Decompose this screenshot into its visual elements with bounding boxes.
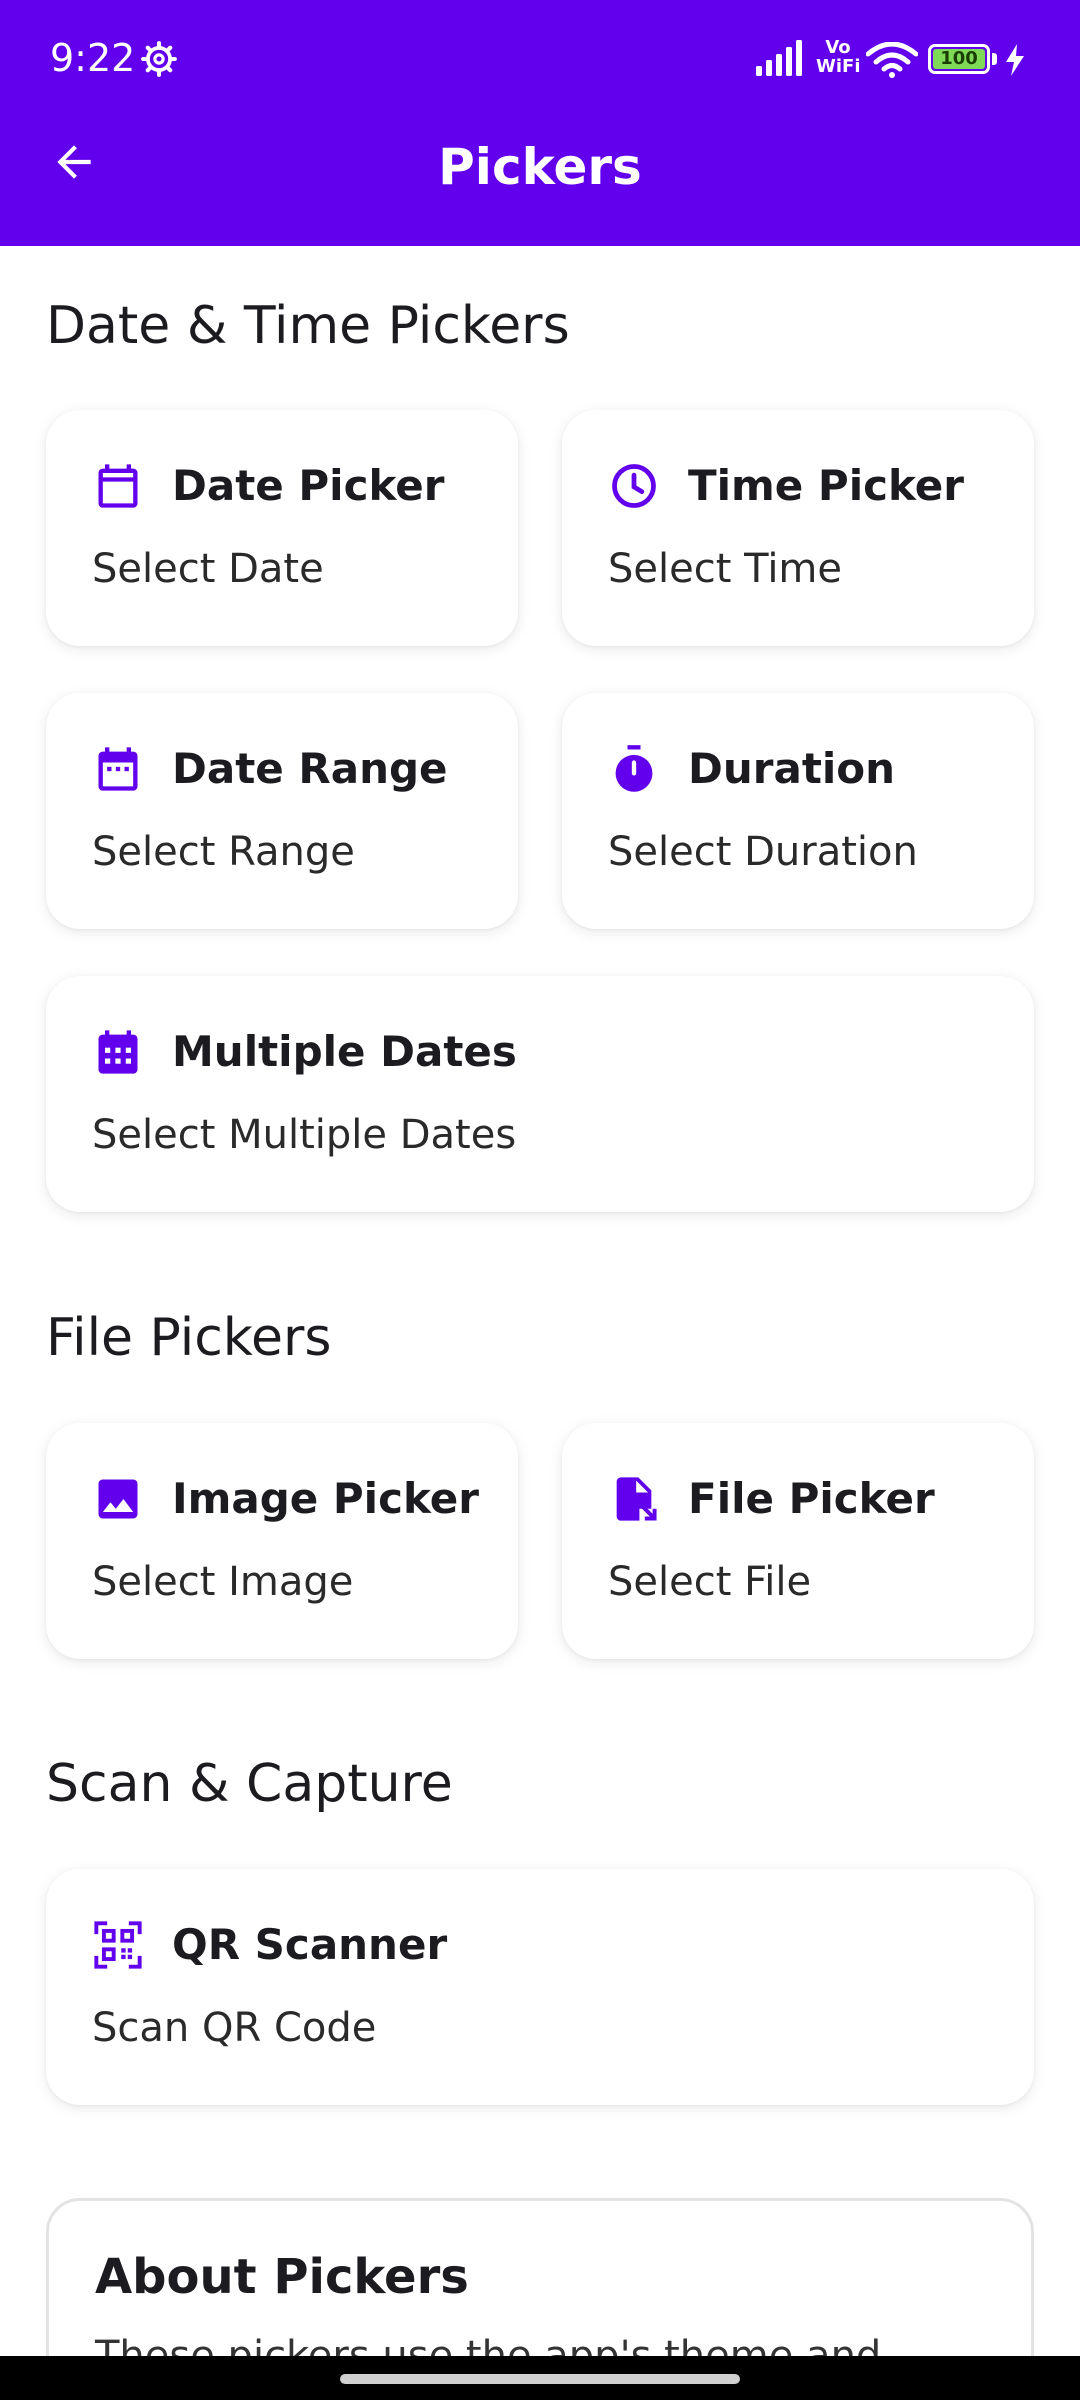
time-picker-card[interactable]: Time Picker Select Time — [562, 410, 1034, 646]
date-picker-subtitle: Select Date — [92, 546, 324, 592]
qr-scanner-subtitle: Scan QR Code — [92, 2005, 377, 2051]
image-picker-subtitle: Select Image — [92, 1559, 354, 1605]
section-title-scan: Scan & Capture — [46, 1754, 453, 1814]
timer-icon — [615, 745, 653, 792]
image-picker-title: Image Picker — [172, 1474, 479, 1523]
cell-signal-icon — [756, 40, 802, 76]
duration-title: Duration — [688, 744, 896, 793]
duration-subtitle: Select Duration — [608, 829, 918, 875]
status-time: 9:22 — [50, 36, 136, 80]
vowifi-label: Vo WiFi — [816, 37, 861, 77]
battery-icon: 100 — [928, 44, 990, 74]
settings-icon — [141, 41, 177, 77]
section-title-file: File Pickers — [46, 1308, 332, 1368]
file-picker-card[interactable]: File Picker Select File — [562, 1423, 1034, 1659]
time-picker-subtitle: Select Time — [608, 546, 843, 592]
date-picker-title: Date Picker — [172, 461, 445, 510]
image-picker-card[interactable]: Image Picker Select Image — [46, 1423, 518, 1659]
wifi-icon — [866, 42, 918, 78]
file-picker-title: File Picker — [688, 1474, 935, 1523]
calendar-icon — [98, 464, 138, 508]
qr-scanner-card[interactable]: QR Scanner Scan QR Code — [46, 1869, 1034, 2105]
qr-scanner-title: QR Scanner — [172, 1920, 448, 1969]
time-picker-title: Time Picker — [688, 461, 964, 510]
about-title: About Pickers — [95, 2249, 469, 2305]
duration-card[interactable]: Duration Select Duration — [562, 693, 1034, 929]
about-body: These pickers use the app's theme and — [95, 2333, 882, 2356]
calendar-range-icon — [98, 747, 138, 791]
date-range-title: Date Range — [172, 744, 448, 793]
date-range-subtitle: Select Range — [92, 829, 355, 875]
charging-bolt-icon — [1006, 44, 1024, 76]
multiple-dates-card[interactable]: Multiple Dates Select Multiple Dates — [46, 976, 1034, 1212]
battery-cap — [992, 53, 997, 65]
calendar-grid-icon — [98, 1030, 138, 1074]
date-range-card[interactable]: Date Range Select Range — [46, 693, 518, 929]
image-icon — [98, 1479, 138, 1519]
multiple-dates-subtitle: Select Multiple Dates — [92, 1112, 517, 1158]
home-gesture-handle[interactable] — [340, 2374, 740, 2384]
file-picker-subtitle: Select File — [608, 1559, 812, 1605]
about-card: About Pickers These pickers use the app'… — [46, 2198, 1034, 2356]
clock-icon — [612, 464, 656, 508]
section-title-date-time: Date & Time Pickers — [46, 296, 570, 356]
qr-code-icon — [94, 1921, 142, 1969]
status-bar: 9:22 Vo WiFi 100 — [0, 0, 1080, 120]
file-icon — [616, 1477, 657, 1521]
multiple-dates-title: Multiple Dates — [172, 1027, 517, 1076]
battery-level: 100 — [933, 49, 985, 69]
app-bar: 9:22 Vo WiFi 100 Pickers — [0, 0, 1080, 246]
navigation-bar — [0, 2356, 1080, 2400]
content-scroll[interactable]: Date & Time Pickers Date Picker Select D… — [0, 246, 1080, 2356]
page-title: Pickers — [438, 138, 642, 196]
date-picker-card[interactable]: Date Picker Select Date — [46, 410, 518, 646]
